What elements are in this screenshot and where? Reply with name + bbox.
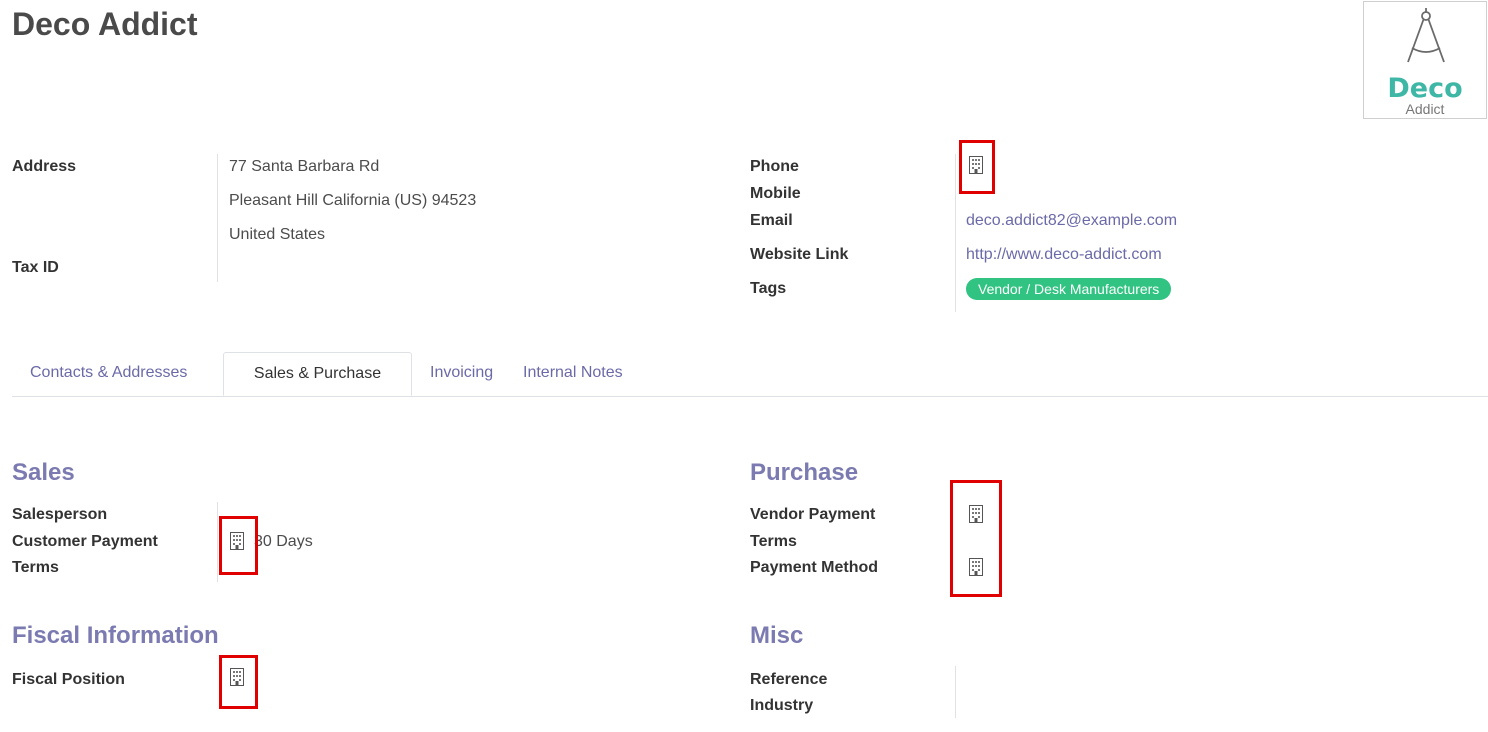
- address-country[interactable]: United States: [229, 225, 325, 245]
- customer-payment-terms-label: Customer Payment: [12, 533, 158, 550]
- tag-badge[interactable]: Vendor / Desk Manufacturers: [966, 278, 1172, 300]
- field-separator: [955, 154, 956, 312]
- tax-id-label: Tax ID: [12, 259, 59, 276]
- website-link[interactable]: http://www.deco-addict.com: [966, 245, 1162, 265]
- misc-section-title: Misc: [750, 622, 804, 649]
- industry-label: Industry: [750, 697, 814, 714]
- payment-method-label: Payment Method: [750, 559, 879, 576]
- building-icon[interactable]: [230, 532, 244, 550]
- notebook-tabs: Contacts & Addresses Sales & Purchase In…: [12, 352, 1488, 397]
- tab-sales-purchase[interactable]: Sales & Purchase: [223, 352, 412, 396]
- address-street[interactable]: 77 Santa Barbara Rd: [229, 157, 379, 177]
- address-city[interactable]: Pleasant Hill California (US) 94523: [229, 191, 476, 211]
- payment-terms-value[interactable]: 30 Days: [254, 532, 313, 552]
- email-label: Email: [750, 212, 793, 229]
- tab-invoicing[interactable]: Invoicing: [430, 352, 493, 396]
- email-link[interactable]: deco.addict82@example.com: [966, 211, 1177, 231]
- mobile-label: Mobile: [750, 185, 801, 202]
- field-separator: [955, 666, 956, 718]
- purchase-section-title: Purchase: [750, 459, 859, 486]
- field-separator: [217, 502, 218, 582]
- vendor-payment-terms-label-2: Terms: [750, 533, 797, 550]
- page-title: Deco Addict: [12, 6, 198, 42]
- tab-internal-notes[interactable]: Internal Notes: [523, 352, 623, 396]
- tags-label: Tags: [750, 280, 787, 297]
- tab-contacts-addresses[interactable]: Contacts & Addresses: [30, 352, 187, 396]
- sales-section-title: Sales: [12, 459, 75, 486]
- fiscal-position-label: Fiscal Position: [12, 671, 125, 688]
- logo-sub-text: Addict: [1405, 101, 1445, 117]
- customer-payment-terms-label-2: Terms: [12, 559, 59, 576]
- building-icon[interactable]: [969, 558, 983, 576]
- salesperson-label: Salesperson: [12, 506, 108, 523]
- purchase-highlight-box: [950, 480, 1002, 597]
- field-separator: [217, 154, 218, 282]
- reference-label: Reference: [750, 671, 828, 688]
- building-icon[interactable]: [969, 505, 983, 523]
- phone-label: Phone: [750, 158, 799, 175]
- building-icon[interactable]: [230, 668, 244, 686]
- address-label: Address: [12, 158, 77, 175]
- vendor-payment-terms-label: Vendor Payment: [750, 506, 876, 523]
- logo-brand-text: Deco: [1387, 73, 1463, 104]
- fiscal-section-title: Fiscal Information: [12, 622, 219, 649]
- website-label: Website Link: [750, 246, 849, 263]
- company-logo[interactable]: Deco Addict: [1363, 1, 1487, 119]
- compass-icon: [1407, 8, 1445, 63]
- building-icon[interactable]: [969, 156, 983, 174]
